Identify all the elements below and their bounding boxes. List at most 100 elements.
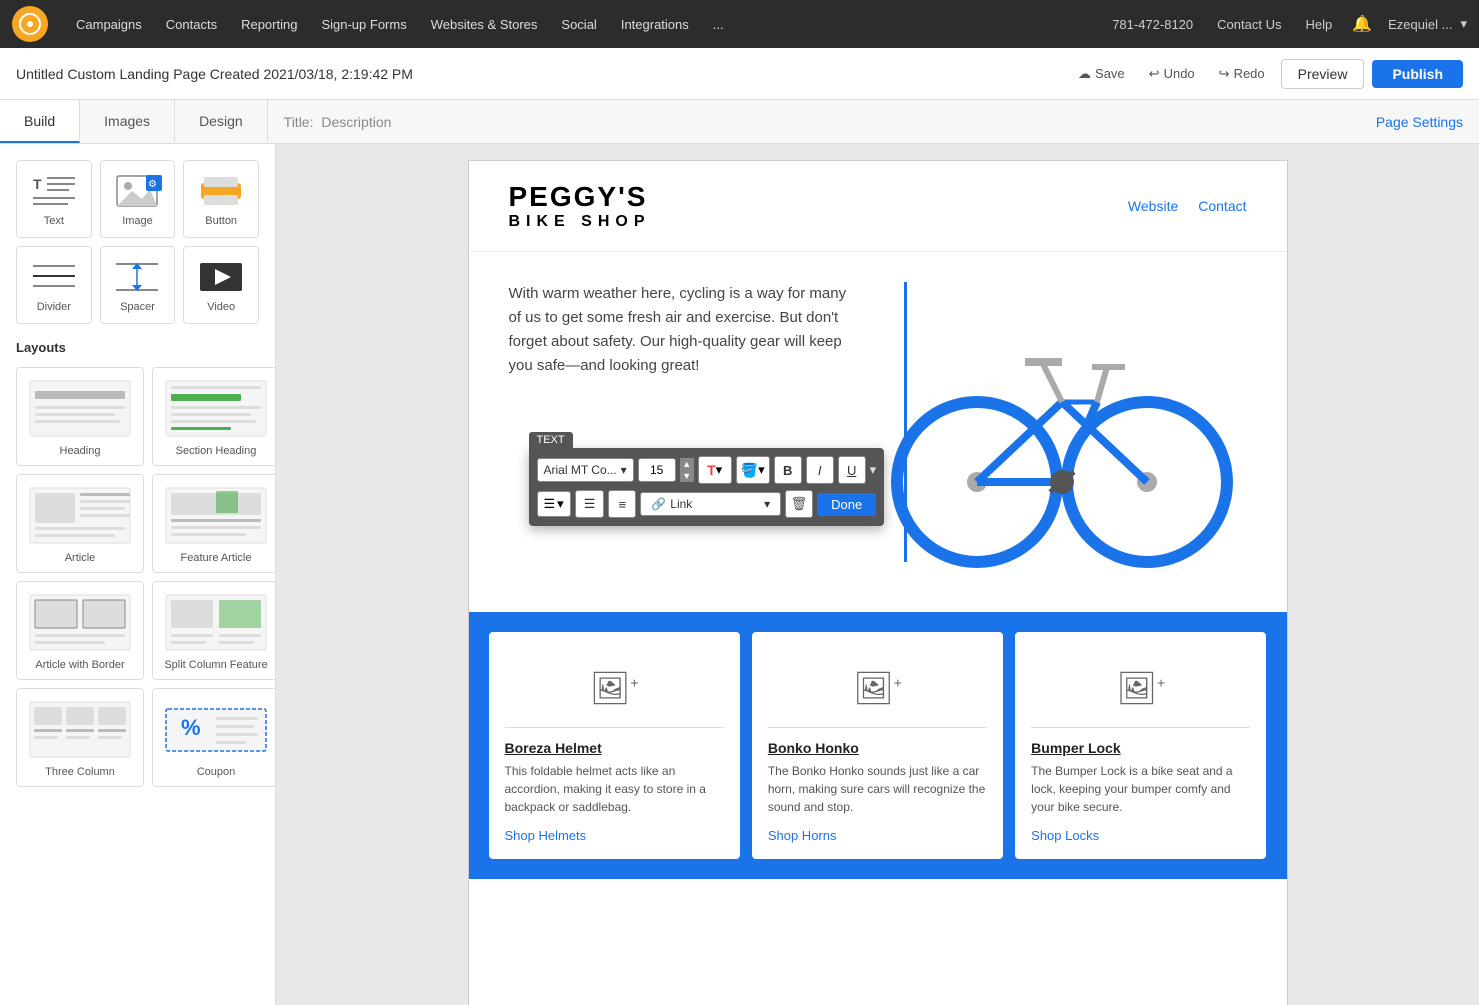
layout-section-heading[interactable]: Section Heading <box>152 367 276 466</box>
main-layout: T Text <box>0 144 1479 1005</box>
nav-campaigns[interactable]: Campaigns <box>64 0 154 48</box>
sidebar-item-text[interactable]: T Text <box>16 160 92 238</box>
svg-text:T: T <box>33 176 42 192</box>
sidebar-item-spacer[interactable]: Spacer <box>100 246 176 324</box>
page-title: Untitled Custom Landing Page Created 202… <box>16 66 1070 82</box>
font-size-up[interactable]: ▲ <box>680 458 694 470</box>
layout-three-column[interactable]: Three Column <box>16 688 144 787</box>
product-image-area-2[interactable]: 🖼+ <box>1031 648 1250 728</box>
tab-build[interactable]: Build <box>0 100 80 143</box>
chevron-down-icon: ▾ <box>1460 16 1467 32</box>
ordered-list-button[interactable]: ≡ <box>608 490 636 518</box>
delete-button[interactable]: 🗑 <box>785 490 813 518</box>
page-header: PEGGY'S BIKE SHOP Website Contact <box>469 161 1287 252</box>
italic-button[interactable]: I <box>806 456 834 484</box>
contact-us-link[interactable]: Contact Us <box>1205 17 1293 32</box>
nav-more[interactable]: ... <box>701 0 736 48</box>
product-grid: 🖼+ Boreza Helmet This foldable helmet ac… <box>489 632 1267 859</box>
align-icon: ☰ <box>544 496 556 512</box>
chevron-down-icon: ▾ <box>764 497 770 511</box>
content-area: PEGGY'S BIKE SHOP Website Contact With w… <box>276 144 1479 1005</box>
text-color-icon: T <box>707 462 716 478</box>
tab-design[interactable]: Design <box>175 100 268 143</box>
phone-number: 781-472-8120 <box>1100 17 1205 32</box>
undo-button[interactable]: ↩ Undo <box>1141 62 1203 86</box>
nav-websites-stores[interactable]: Websites & Stores <box>419 0 550 48</box>
product-link-0[interactable]: Shop Helmets <box>505 828 724 843</box>
bg-color-picker[interactable]: 🪣 ▾ <box>736 456 770 484</box>
product-card-2: 🖼+ Bumper Lock The Bumper Lock is a bike… <box>1015 632 1266 859</box>
nav-integrations[interactable]: Integrations <box>609 0 701 48</box>
save-button[interactable]: ☁ Save <box>1070 62 1133 86</box>
layout-coupon[interactable]: % Coupon <box>152 688 276 787</box>
image-block-icon: ⚙ <box>112 171 162 211</box>
text-color-picker[interactable]: T ▾ <box>698 456 732 484</box>
tab-images[interactable]: Images <box>80 100 175 143</box>
sidebar-item-label: Button <box>205 215 237 227</box>
done-button[interactable]: Done <box>817 493 876 516</box>
layout-feature-article[interactable]: Feature Article <box>152 474 276 573</box>
font-size-input[interactable]: 15 <box>638 458 676 482</box>
layout-label: Three Column <box>45 766 115 778</box>
preview-button[interactable]: Preview <box>1281 59 1365 89</box>
chevron-down-icon: ▾ <box>557 496 564 512</box>
font-selector[interactable]: Arial MT Co... ▾ <box>537 458 634 482</box>
sidebar-item-label: Image <box>122 215 153 227</box>
font-size-stepper: ▲ ▼ <box>680 458 694 482</box>
chevron-down-icon: ▾ <box>758 462 765 478</box>
toolbar-row-2: ☰ ▾ ☰ ≡ 🔗 Link ▾ 🗑 Done <box>537 490 877 518</box>
underline-button[interactable]: U <box>838 456 866 484</box>
unordered-list-button[interactable]: ☰ <box>575 490 605 518</box>
nav-signup-forms[interactable]: Sign-up Forms <box>309 0 418 48</box>
sidebar-item-label: Divider <box>37 301 71 313</box>
help-link[interactable]: Help <box>1293 17 1344 32</box>
hero-paragraph: With warm weather here, cycling is a way… <box>509 282 857 378</box>
product-link-2[interactable]: Shop Locks <box>1031 828 1250 843</box>
sidebar-item-label: Text <box>44 215 64 227</box>
layout-split-column[interactable]: Split Column Feature <box>152 581 276 680</box>
layout-label: Coupon <box>197 766 236 778</box>
layout-article-border[interactable]: Article with Border <box>16 581 144 680</box>
product-title-2: Bumper Lock <box>1031 740 1250 756</box>
product-card-0: 🖼+ Boreza Helmet This foldable helmet ac… <box>489 632 740 859</box>
product-link-1[interactable]: Shop Horns <box>768 828 987 843</box>
title-area: Title: Description <box>268 114 412 130</box>
redo-button[interactable]: ↪ Redo <box>1211 62 1273 86</box>
sidebar-item-image[interactable]: ⚙ Image <box>100 160 176 238</box>
sidebar-item-divider[interactable]: Divider <box>16 246 92 324</box>
align-selector[interactable]: ☰ ▾ <box>537 491 571 517</box>
sidebar-item-video[interactable]: Video <box>183 246 259 324</box>
logo[interactable] <box>12 6 48 42</box>
toolbar-row-1: Arial MT Co... ▾ 15 ▲ ▼ T ▾ <box>537 456 877 484</box>
hero-image <box>877 282 1247 582</box>
page-settings-link[interactable]: Page Settings <box>1360 114 1479 130</box>
sidebar-item-label: Spacer <box>120 301 155 313</box>
sidebar-item-button[interactable]: Button <box>183 160 259 238</box>
logo-sub-text: BIKE SHOP <box>509 213 651 231</box>
nav-reporting[interactable]: Reporting <box>229 0 309 48</box>
notification-bell-icon[interactable]: 🔔 <box>1344 14 1380 34</box>
nav-social[interactable]: Social <box>549 0 608 48</box>
link-input[interactable]: 🔗 Link ▾ <box>640 492 781 516</box>
link-label: Link <box>670 497 692 511</box>
header-website-link[interactable]: Website <box>1128 198 1178 214</box>
svg-text:%: % <box>181 715 201 740</box>
font-size-down[interactable]: ▼ <box>680 470 694 482</box>
nav-contacts[interactable]: Contacts <box>154 0 229 48</box>
redo-icon: ↪ <box>1219 66 1230 82</box>
publish-button[interactable]: Publish <box>1372 60 1463 88</box>
layout-article[interactable]: Article <box>16 474 144 573</box>
chevron-down-icon: ▾ <box>870 462 877 478</box>
chevron-down-icon: ▾ <box>621 463 627 477</box>
product-desc-0: This foldable helmet acts like an accord… <box>505 762 724 816</box>
layout-label: Section Heading <box>176 445 257 457</box>
header-contact-link[interactable]: Contact <box>1198 198 1246 214</box>
layout-label: Article <box>65 552 96 564</box>
video-block-icon <box>196 257 246 297</box>
paint-bucket-icon: 🪣 <box>741 462 758 479</box>
user-menu[interactable]: Ezequiel ... <box>1380 17 1460 32</box>
layout-heading[interactable]: Heading <box>16 367 144 466</box>
product-image-area-0[interactable]: 🖼+ <box>505 648 724 728</box>
bold-button[interactable]: B <box>774 456 802 484</box>
product-image-area-1[interactable]: 🖼+ <box>768 648 987 728</box>
